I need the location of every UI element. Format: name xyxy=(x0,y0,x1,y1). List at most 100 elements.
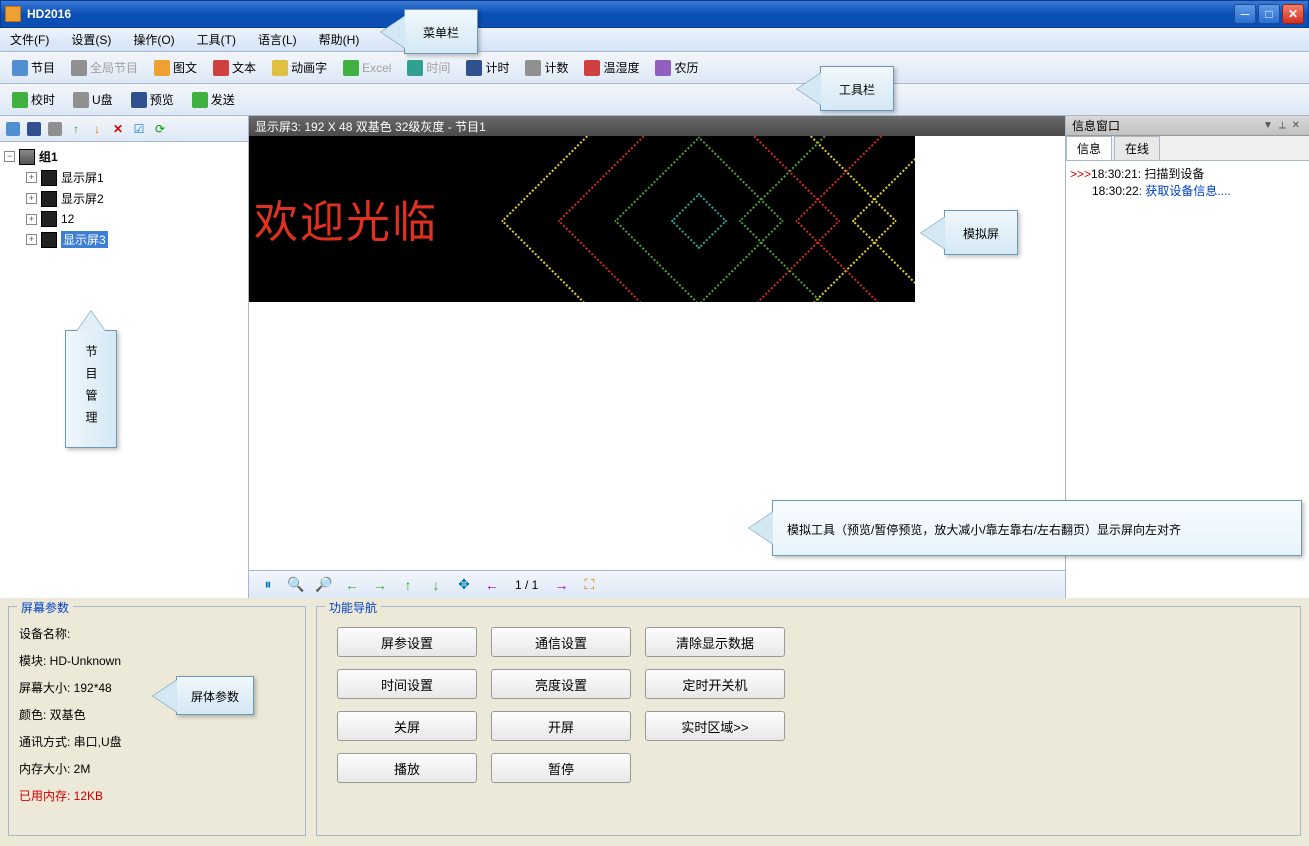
info-close-icon[interactable]: ✕ xyxy=(1289,120,1303,131)
menu-help[interactable]: 帮助(H) xyxy=(315,29,364,50)
nav-comm-settings[interactable]: 通信设置 xyxy=(491,627,631,657)
tree-save-icon[interactable] xyxy=(25,120,43,138)
nav-pause[interactable]: 暂停 xyxy=(491,753,631,783)
menu-settings[interactable]: 设置(S) xyxy=(67,29,115,50)
info-tab-info[interactable]: 信息 xyxy=(1066,136,1112,160)
nav-clear-data[interactable]: 清除显示数据 xyxy=(645,627,785,657)
imgtext-icon xyxy=(154,60,170,76)
group-icon xyxy=(19,149,35,165)
send-icon xyxy=(192,92,208,108)
nav-realtime-area[interactable]: 实时区域>> xyxy=(645,711,785,741)
callout-tree: 节目管理 xyxy=(65,330,117,448)
callout-params: 屏体参数 xyxy=(176,676,254,715)
sim-left-icon[interactable]: ← xyxy=(339,574,365,596)
expander-icon[interactable]: + xyxy=(26,234,37,245)
info-tab-online[interactable]: 在线 xyxy=(1114,136,1160,160)
info-pin-icon[interactable]: ⟂ xyxy=(1276,120,1289,131)
tree-toolbar: ↑ ↓ ✕ ☑ ⟳ xyxy=(0,116,248,142)
tb-send[interactable]: 发送 xyxy=(186,88,241,111)
tb-timecal[interactable]: 校时 xyxy=(6,88,61,111)
tb-excel[interactable]: Excel xyxy=(337,57,397,79)
animtext-icon xyxy=(272,60,288,76)
sim-prevpage-icon[interactable]: ← xyxy=(479,574,505,596)
tree-new-icon[interactable] xyxy=(4,120,22,138)
tree-down-icon[interactable]: ↓ xyxy=(88,120,106,138)
screen-icon xyxy=(41,232,57,248)
excel-icon xyxy=(343,60,359,76)
timer-icon xyxy=(466,60,482,76)
tb-animtext[interactable]: 动画字 xyxy=(266,56,333,79)
tb-global-program[interactable]: 全局节目 xyxy=(65,56,144,79)
param-memory: 内存大小: 2M xyxy=(19,760,295,777)
sim-fit-icon[interactable]: ⛶ xyxy=(576,574,602,596)
tb-program[interactable]: 节目 xyxy=(6,56,61,79)
tb-imgtext[interactable]: 图文 xyxy=(148,56,203,79)
menu-operate[interactable]: 操作(O) xyxy=(129,29,178,50)
callout-simtools: 模拟工具（预览/暂停预览，放大减小/靠左靠右/左右翻页）显示屏向左对齐 xyxy=(772,500,1302,556)
tb-lunar[interactable]: 农历 xyxy=(649,56,704,79)
nav-schedule[interactable]: 定时开关机 xyxy=(645,669,785,699)
expander-icon[interactable]: + xyxy=(26,193,37,204)
tree-item-selected[interactable]: + 显示屏3 xyxy=(26,229,244,250)
sim-zoomout-icon[interactable]: 🔎 xyxy=(311,574,337,596)
param-device-name: 设备名称: xyxy=(19,625,295,642)
nav-screen-settings[interactable]: 屏参设置 xyxy=(337,627,477,657)
tb-count[interactable]: 计数 xyxy=(519,56,574,79)
sim-right-icon[interactable]: → xyxy=(367,574,393,596)
tree-refresh-icon[interactable]: ⟳ xyxy=(151,120,169,138)
sim-pause-icon[interactable]: ⏸ xyxy=(255,574,281,596)
tree-item[interactable]: + 12 xyxy=(26,209,244,229)
titlebar: HD2016 ─ □ ✕ xyxy=(0,0,1309,28)
app-title: HD2016 xyxy=(27,7,1234,21)
temp-icon xyxy=(584,60,600,76)
minimize-button[interactable]: ─ xyxy=(1234,4,1256,24)
led-text: 欢迎光临 xyxy=(254,186,438,250)
tree-item[interactable]: + 显示屏2 xyxy=(26,188,244,209)
tree-copy-icon[interactable] xyxy=(46,120,64,138)
sim-move-icon[interactable]: ✥ xyxy=(451,574,477,596)
maximize-button[interactable]: □ xyxy=(1258,4,1280,24)
nav-screen-off[interactable]: 关屏 xyxy=(337,711,477,741)
tb-text[interactable]: 文本 xyxy=(207,56,262,79)
clock-icon xyxy=(12,92,28,108)
tb-time[interactable]: 时间 xyxy=(401,56,456,79)
expander-icon[interactable]: + xyxy=(26,172,37,183)
nav-time-settings[interactable]: 时间设置 xyxy=(337,669,477,699)
menu-language[interactable]: 语言(L) xyxy=(254,29,301,50)
func-nav-panel: 功能导航 屏参设置 通信设置 清除显示数据 时间设置 亮度设置 定时开关机 关屏… xyxy=(316,606,1301,836)
info-title: 信息窗口 xyxy=(1072,117,1260,134)
funcnav-title: 功能导航 xyxy=(325,599,381,616)
tree-check-icon[interactable]: ☑ xyxy=(130,120,148,138)
screen-icon xyxy=(41,191,57,207)
sim-up-icon[interactable]: ↑ xyxy=(395,574,421,596)
close-button[interactable]: ✕ xyxy=(1282,4,1304,24)
screen-icon xyxy=(41,170,57,186)
log-line: >>>18:30:21: 扫描到设备 xyxy=(1070,165,1305,182)
lunar-icon xyxy=(655,60,671,76)
expander-icon[interactable]: − xyxy=(4,151,15,162)
menu-tools[interactable]: 工具(T) xyxy=(193,29,240,50)
tree-item[interactable]: + 显示屏1 xyxy=(26,167,244,188)
nav-screen-on[interactable]: 开屏 xyxy=(491,711,631,741)
sim-down-icon[interactable]: ↓ xyxy=(423,574,449,596)
program-icon xyxy=(12,60,28,76)
expander-icon[interactable]: + xyxy=(26,214,37,225)
tree-root[interactable]: − 组1 xyxy=(4,146,244,167)
tb-udisk[interactable]: U盘 xyxy=(67,88,119,111)
tb-timer[interactable]: 计时 xyxy=(460,56,515,79)
info-dropdown-icon[interactable]: ▼ xyxy=(1260,120,1276,131)
tb-temphumid[interactable]: 温湿度 xyxy=(578,56,645,79)
tree-up-icon[interactable]: ↑ xyxy=(67,120,85,138)
app-icon xyxy=(5,6,21,22)
tree-delete-icon[interactable]: ✕ xyxy=(109,120,127,138)
menu-file[interactable]: 文件(F) xyxy=(6,29,53,50)
sim-zoomin-icon[interactable]: 🔍 xyxy=(283,574,309,596)
tb-preview[interactable]: 预览 xyxy=(125,88,180,111)
text-icon xyxy=(213,60,229,76)
params-title: 屏幕参数 xyxy=(17,599,73,616)
sim-nextpage-icon[interactable]: → xyxy=(548,574,574,596)
nav-play[interactable]: 播放 xyxy=(337,753,477,783)
program-tree: − 组1 + 显示屏1 + 显示屏2 + 12 xyxy=(0,142,248,598)
led-display: 欢迎光临 xyxy=(249,136,915,302)
nav-brightness[interactable]: 亮度设置 xyxy=(491,669,631,699)
